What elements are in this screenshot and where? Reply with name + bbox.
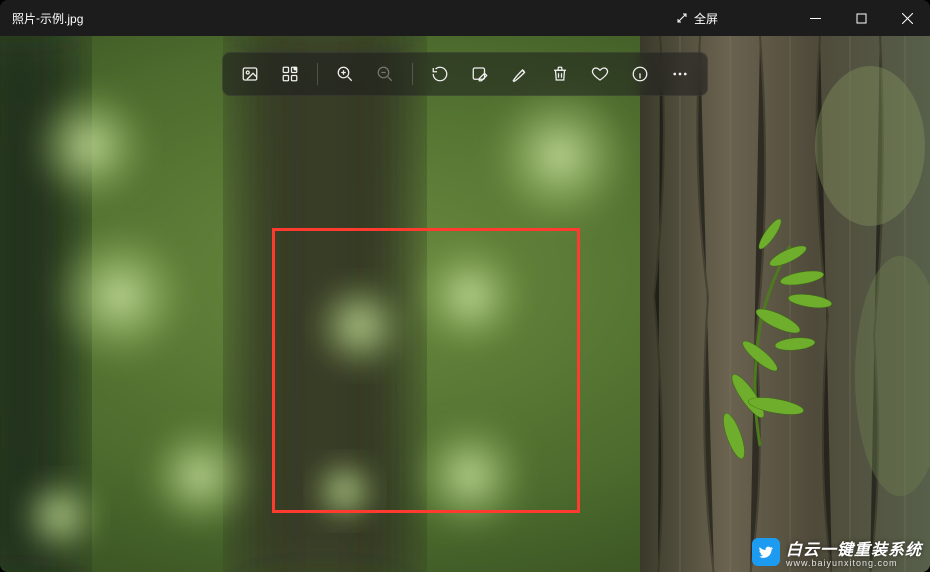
more-icon <box>671 65 689 83</box>
app-window: 照片 - 示例.jpg 全屏 <box>0 0 930 572</box>
image-button[interactable] <box>233 57 267 91</box>
image-icon <box>241 65 259 83</box>
toolbar-separator <box>412 63 413 85</box>
edit-image-button[interactable] <box>463 57 497 91</box>
rotate-icon <box>431 65 449 83</box>
minimize-button[interactable] <box>792 0 838 36</box>
fullscreen-expand-icon <box>676 12 688 24</box>
toolbar-separator <box>317 63 318 85</box>
film-strip-button[interactable] <box>273 57 307 91</box>
titlebar: 照片 - 示例.jpg 全屏 <box>0 0 930 36</box>
zoom-in-icon <box>336 65 354 83</box>
rotate-button[interactable] <box>423 57 457 91</box>
edit-image-icon <box>471 65 489 83</box>
fullscreen-label: 全屏 <box>694 10 718 27</box>
window-title: 照片 - 示例.jpg <box>0 10 662 27</box>
zoom-out-button <box>368 57 402 91</box>
photo-viewport[interactable]: 白云一键重装系统 www.baiyunxitong.com <box>0 36 930 572</box>
favorite-icon <box>591 65 609 83</box>
zoom-in-button[interactable] <box>328 57 362 91</box>
markup-icon <box>511 65 529 83</box>
delete-icon <box>551 65 569 83</box>
maximize-button[interactable] <box>838 0 884 36</box>
file-name: 示例.jpg <box>40 10 83 27</box>
close-button[interactable] <box>884 0 930 36</box>
fullscreen-button[interactable]: 全屏 <box>662 6 732 31</box>
favorite-button[interactable] <box>583 57 617 91</box>
info-button[interactable] <box>623 57 657 91</box>
delete-button[interactable] <box>543 57 577 91</box>
selection-rectangle[interactable] <box>272 228 581 513</box>
info-icon <box>631 65 649 83</box>
more-button[interactable] <box>663 57 697 91</box>
app-name: 照片 <box>12 10 36 27</box>
film-strip-icon <box>281 65 299 83</box>
floating-toolbar <box>222 52 708 96</box>
zoom-out-icon <box>376 65 394 83</box>
markup-button[interactable] <box>503 57 537 91</box>
